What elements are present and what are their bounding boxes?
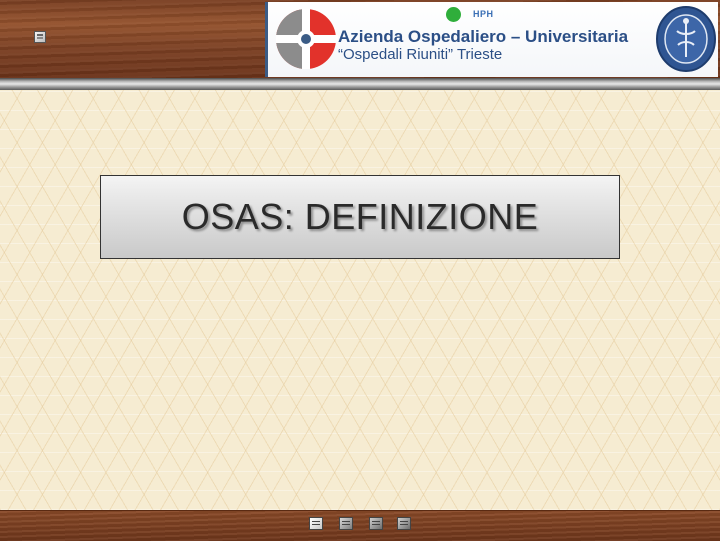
org-name-line2: “Ospedali Riuniti” Trieste (338, 46, 503, 63)
university-seal-icon (656, 6, 716, 72)
slide-background (0, 90, 720, 510)
slide-title: OSAS: DEFINIZIONE (181, 196, 539, 237)
slide-nav-icon[interactable] (309, 517, 323, 530)
slide-nav-icon[interactable] (369, 517, 383, 530)
hph-label: HPH (473, 9, 494, 19)
header-divider (0, 78, 720, 90)
org-name-line1: Azienda Ospedaliero – Universitaria (338, 27, 629, 46)
hospital-logo-icon (276, 9, 338, 69)
slide-title-box: OSAS: DEFINIZIONE (100, 175, 620, 259)
footer-wood-bar (0, 510, 720, 541)
hph-logo-icon (446, 7, 461, 22)
slide-nav-icon[interactable] (397, 517, 411, 530)
slide-menu-icon[interactable] (34, 31, 46, 43)
slide-nav-icon[interactable] (339, 517, 353, 530)
hospital-banner: HPH Azienda Ospedaliero – Universitaria … (265, 2, 718, 77)
